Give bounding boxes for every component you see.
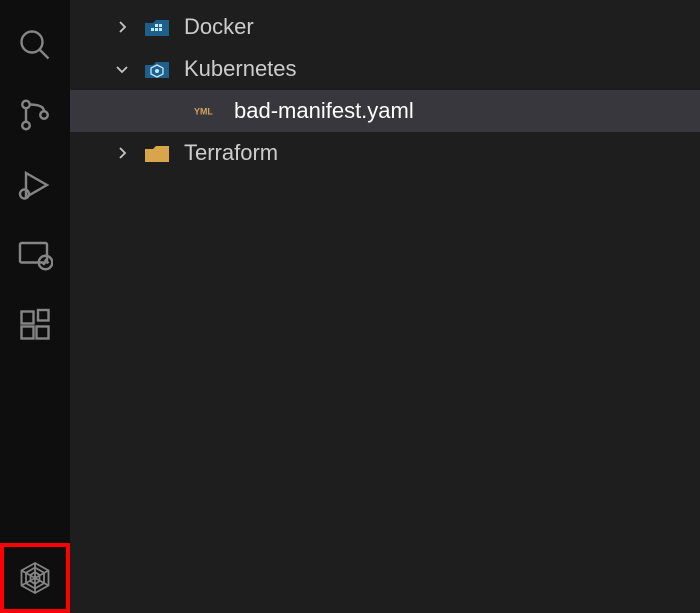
- run-debug-icon: [17, 167, 53, 203]
- chevron-right-icon: [110, 145, 134, 161]
- scanner-icon: [17, 560, 53, 596]
- tree-file-bad-manifest[interactable]: · YML bad-manifest.yaml: [70, 90, 700, 132]
- tree-item-label: Kubernetes: [184, 56, 297, 82]
- search-icon: [17, 27, 53, 63]
- tree-item-label: Docker: [184, 14, 254, 40]
- tree-folder-docker[interactable]: Docker: [70, 6, 700, 48]
- activity-run-debug[interactable]: [0, 150, 70, 220]
- chevron-down-icon: [110, 61, 134, 77]
- activity-search[interactable]: [0, 10, 70, 80]
- activity-bottom-section: [0, 543, 70, 613]
- tree-item-label: Terraform: [184, 140, 278, 166]
- svg-text:YML: YML: [194, 106, 213, 116]
- activity-extensions[interactable]: [0, 290, 70, 360]
- activity-source-control[interactable]: [0, 80, 70, 150]
- activity-trivy-scanner[interactable]: [4, 547, 66, 609]
- extensions-icon: [17, 307, 53, 343]
- file-explorer: Docker Kubernetes · YML bad-manifest.yam…: [70, 0, 700, 613]
- activity-bar: [0, 0, 70, 613]
- kubernetes-folder-icon: [144, 56, 170, 82]
- tree-folder-terraform[interactable]: Terraform: [70, 132, 700, 174]
- remote-explorer-icon: [17, 237, 53, 273]
- yaml-file-icon: YML: [194, 98, 220, 124]
- terraform-folder-icon: [144, 140, 170, 166]
- tree-folder-kubernetes[interactable]: Kubernetes: [70, 48, 700, 90]
- docker-folder-icon: [144, 14, 170, 40]
- source-control-icon: [17, 97, 53, 133]
- tree-item-label: bad-manifest.yaml: [234, 98, 414, 124]
- chevron-right-icon: [110, 19, 134, 35]
- activity-remote-explorer[interactable]: [0, 220, 70, 290]
